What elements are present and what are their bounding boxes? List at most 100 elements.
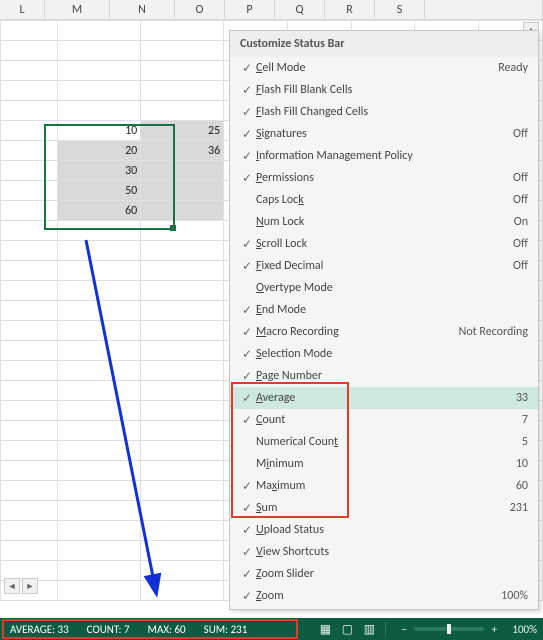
cell[interactable] bbox=[1, 521, 58, 541]
cell[interactable] bbox=[141, 61, 224, 81]
menu-item-caps-lock[interactable]: Caps LockOff bbox=[230, 189, 538, 211]
cell[interactable]: 10 bbox=[58, 121, 141, 141]
cell[interactable] bbox=[1, 361, 58, 381]
zoom-track[interactable] bbox=[414, 627, 484, 631]
cell[interactable] bbox=[141, 461, 224, 481]
cell[interactable] bbox=[58, 101, 141, 121]
cell[interactable] bbox=[58, 521, 141, 541]
cell[interactable] bbox=[58, 221, 141, 241]
menu-item-cell-mode[interactable]: ✓Cell ModeReady bbox=[230, 57, 538, 79]
cell[interactable] bbox=[58, 41, 141, 61]
menu-item-maximum[interactable]: ✓Maximum60 bbox=[230, 475, 538, 497]
menu-item-fixed-decimal[interactable]: ✓Fixed DecimalOff bbox=[230, 255, 538, 277]
cell[interactable] bbox=[141, 441, 224, 461]
cell[interactable] bbox=[1, 61, 58, 81]
menu-item-zoom-slider[interactable]: ✓Zoom Slider bbox=[230, 563, 538, 585]
zoom-percent[interactable]: 100% bbox=[508, 623, 537, 636]
menu-item-zoom[interactable]: ✓Zoom100% bbox=[230, 585, 538, 607]
cell[interactable] bbox=[58, 321, 141, 341]
cell[interactable] bbox=[141, 521, 224, 541]
cell[interactable] bbox=[1, 261, 58, 281]
cell[interactable] bbox=[141, 561, 224, 581]
cell[interactable] bbox=[1, 541, 58, 561]
zoom-slider[interactable]: − + bbox=[398, 623, 500, 636]
column-header-Q[interactable]: Q bbox=[275, 0, 325, 19]
horizontal-scroll[interactable]: ◄ ► bbox=[4, 578, 104, 594]
scroll-right-button[interactable]: ► bbox=[22, 578, 38, 594]
cell[interactable] bbox=[1, 101, 58, 121]
menu-item-information-management-policy[interactable]: ✓Information Management Policy bbox=[230, 145, 538, 167]
menu-item-num-lock[interactable]: Num LockOn bbox=[230, 211, 538, 233]
cell[interactable] bbox=[1, 281, 58, 301]
cell[interactable] bbox=[58, 381, 141, 401]
cell[interactable] bbox=[141, 81, 224, 101]
cell[interactable] bbox=[141, 501, 224, 521]
cell[interactable] bbox=[58, 441, 141, 461]
column-header-P[interactable]: P bbox=[225, 0, 275, 19]
menu-item-selection-mode[interactable]: ✓Selection Mode bbox=[230, 343, 538, 365]
menu-item-minimum[interactable]: Minimum10 bbox=[230, 453, 538, 475]
cell[interactable] bbox=[141, 261, 224, 281]
cell[interactable] bbox=[1, 161, 58, 181]
menu-item-upload-status[interactable]: ✓Upload Status bbox=[230, 519, 538, 541]
cell[interactable] bbox=[141, 101, 224, 121]
cell[interactable] bbox=[1, 501, 58, 521]
cell[interactable] bbox=[141, 301, 224, 321]
cell[interactable] bbox=[141, 541, 224, 561]
zoom-thumb[interactable] bbox=[447, 624, 451, 634]
cell[interactable] bbox=[58, 361, 141, 381]
cell[interactable] bbox=[141, 401, 224, 421]
menu-item-sum[interactable]: ✓Sum231 bbox=[230, 497, 538, 519]
cell[interactable] bbox=[1, 401, 58, 421]
cell[interactable] bbox=[58, 461, 141, 481]
cell[interactable] bbox=[141, 581, 224, 601]
cell[interactable] bbox=[1, 141, 58, 161]
cell[interactable] bbox=[1, 381, 58, 401]
menu-item-count[interactable]: ✓Count7 bbox=[230, 409, 538, 431]
cell[interactable]: 36 bbox=[141, 141, 224, 161]
cell[interactable] bbox=[1, 181, 58, 201]
menu-item-scroll-lock[interactable]: ✓Scroll LockOff bbox=[230, 233, 538, 255]
cell[interactable] bbox=[58, 61, 141, 81]
cell[interactable] bbox=[1, 221, 58, 241]
cell[interactable] bbox=[58, 21, 141, 41]
cell[interactable] bbox=[58, 281, 141, 301]
cell[interactable] bbox=[141, 421, 224, 441]
cell[interactable] bbox=[58, 261, 141, 281]
cell[interactable] bbox=[58, 341, 141, 361]
cell[interactable] bbox=[1, 121, 58, 141]
cell[interactable] bbox=[58, 501, 141, 521]
cell[interactable]: 25 bbox=[141, 121, 224, 141]
cell[interactable] bbox=[1, 341, 58, 361]
cell[interactable] bbox=[141, 161, 224, 181]
cell[interactable]: 50 bbox=[58, 181, 141, 201]
cell[interactable] bbox=[141, 221, 224, 241]
cell[interactable] bbox=[58, 241, 141, 261]
zoom-in-button[interactable]: + bbox=[488, 623, 500, 636]
view-page-layout-icon[interactable]: ▢ bbox=[337, 621, 357, 637]
cell[interactable] bbox=[58, 481, 141, 501]
cell[interactable] bbox=[1, 441, 58, 461]
menu-item-permissions[interactable]: ✓PermissionsOff bbox=[230, 167, 538, 189]
menu-item-signatures[interactable]: ✓SignaturesOff bbox=[230, 123, 538, 145]
cell[interactable] bbox=[58, 401, 141, 421]
cell[interactable] bbox=[141, 481, 224, 501]
cell[interactable]: 60 bbox=[58, 201, 141, 221]
customize-status-bar-menu[interactable]: Customize Status Bar ✓Cell ModeReady✓Fla… bbox=[229, 30, 539, 610]
cell[interactable] bbox=[1, 21, 58, 41]
cell[interactable] bbox=[141, 321, 224, 341]
menu-item-macro-recording[interactable]: ✓Macro RecordingNot Recording bbox=[230, 321, 538, 343]
cell[interactable] bbox=[1, 301, 58, 321]
cell[interactable] bbox=[141, 181, 224, 201]
column-header-N[interactable]: N bbox=[110, 0, 175, 19]
cell[interactable] bbox=[1, 321, 58, 341]
cell[interactable] bbox=[141, 341, 224, 361]
menu-item-average[interactable]: ✓Average33 bbox=[230, 387, 538, 409]
menu-item-numerical-count[interactable]: Numerical Count5 bbox=[230, 431, 538, 453]
zoom-out-button[interactable]: − bbox=[398, 623, 410, 636]
cell[interactable] bbox=[58, 81, 141, 101]
column-header-M[interactable]: M bbox=[45, 0, 110, 19]
cell[interactable] bbox=[1, 461, 58, 481]
cell[interactable] bbox=[1, 201, 58, 221]
cell[interactable] bbox=[141, 21, 224, 41]
